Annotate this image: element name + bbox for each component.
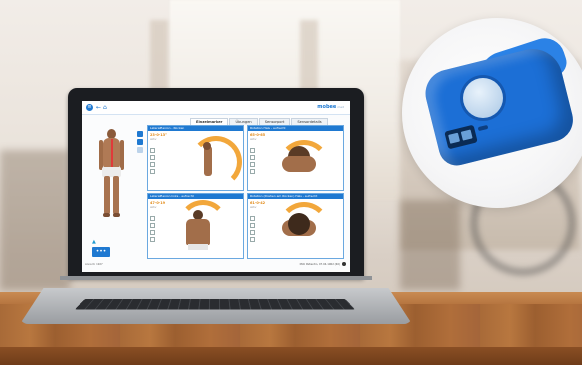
footer-left-text: Anna N. 1927 [85,263,103,266]
measurement-card[interactable]: Rotation Hals - aufrecht 65-0-65 aktiv [247,125,344,191]
measurement-card[interactable]: Lateralflexion links - aufrecht 47-0-19 … [147,193,244,259]
sensor-button [463,78,503,118]
measurement-grid: Lateralflexion - Rücken 23-0-13° aktiv R… [147,125,344,259]
shoulders-top-view [282,156,316,172]
card-value: 61-0-42 [250,201,266,205]
user-icon[interactable] [342,262,346,266]
delete-icon[interactable] [250,169,255,174]
app-brand: mobeemed [317,104,344,110]
body-arm [120,140,124,170]
background-equipment [400,200,460,290]
body-leg [104,176,110,214]
card-value: 23-0-13° [150,133,167,137]
delete-icon[interactable] [150,169,155,174]
stop-icon[interactable] [250,223,255,228]
card-title: Lateralflexion links - aufrecht [148,194,243,199]
head-top-view [288,213,310,235]
shorts-back-view [188,244,208,250]
patient-info: Moti Patientin, 07.04.1962 (60) [299,263,340,266]
card-tools [250,216,255,244]
more-button[interactable]: ••• [92,247,110,257]
card-sub: aktiv [150,206,157,209]
background-shadow [0,150,70,290]
body-back-view [186,219,210,245]
measurement-card[interactable]: Lateralflexion - Rücken 23-0-13° aktiv [147,125,244,191]
tab-uebungen[interactable]: Übungen [229,118,258,125]
laptop-keyboard [74,298,356,310]
body-leg [113,176,119,214]
app-topbar: ≡ ← ⌂ mobeemed [82,101,350,115]
menu-icon[interactable]: ≡ [86,104,93,111]
side-toolbar [137,131,143,155]
body-foot [103,213,110,217]
play-icon[interactable] [150,216,155,221]
delete-icon[interactable] [250,237,255,242]
back-arrow-icon[interactable]: ← [96,104,101,111]
laptop-screen: ≡ ← ⌂ mobeemed Einzelmarker Übungen Sens… [82,101,350,272]
tool-icon[interactable] [137,131,143,137]
card-sub: aktiv [250,138,257,141]
spine-marker [111,139,113,167]
play-icon[interactable] [150,148,155,153]
settings-icon[interactable] [150,162,155,167]
play-icon[interactable] [250,216,255,221]
settings-icon[interactable] [150,230,155,235]
card-sub: aktiv [150,138,157,141]
play-icon[interactable] [250,148,255,153]
card-title: Rotation (Drehen am Rücken) Hals - aufre… [248,194,343,199]
card-title: Rotation Hals - aufrecht [248,126,343,131]
tool-icon[interactable] [137,147,143,153]
card-sub: aktiv [250,206,257,209]
tab-sensordetails[interactable]: Sensordetails [291,118,328,125]
stop-icon[interactable] [250,155,255,160]
body-head-view [203,142,211,150]
card-value: 47-0-19 [150,201,166,205]
measurement-card[interactable]: Rotation (Drehen am Rücken) Hals - aufre… [247,193,344,259]
body-model[interactable]: ▲ [90,127,134,245]
settings-icon[interactable] [250,162,255,167]
card-title: Lateralflexion - Rücken [148,126,243,131]
stop-icon[interactable] [150,223,155,228]
laptop-hinge [60,276,372,280]
tool-icon[interactable] [137,139,143,145]
wifi-icon: ▲ [92,239,96,245]
body-foot [113,213,120,217]
stop-icon[interactable] [150,155,155,160]
tab-einzelmarker[interactable]: Einzelmarker [190,118,229,125]
card-tools [150,216,155,244]
card-value: 65-0-65 [250,133,266,137]
app-tabs: Einzelmarker Übungen Sensorport Sensorde… [190,118,328,125]
range-arc [190,136,242,188]
delete-icon[interactable] [150,237,155,242]
card-tools [250,148,255,176]
card-tools [150,148,155,176]
tab-sensorport[interactable]: Sensorport [258,118,291,125]
body-side-view [204,146,212,176]
home-icon[interactable]: ⌂ [103,104,107,111]
settings-icon[interactable] [250,230,255,235]
